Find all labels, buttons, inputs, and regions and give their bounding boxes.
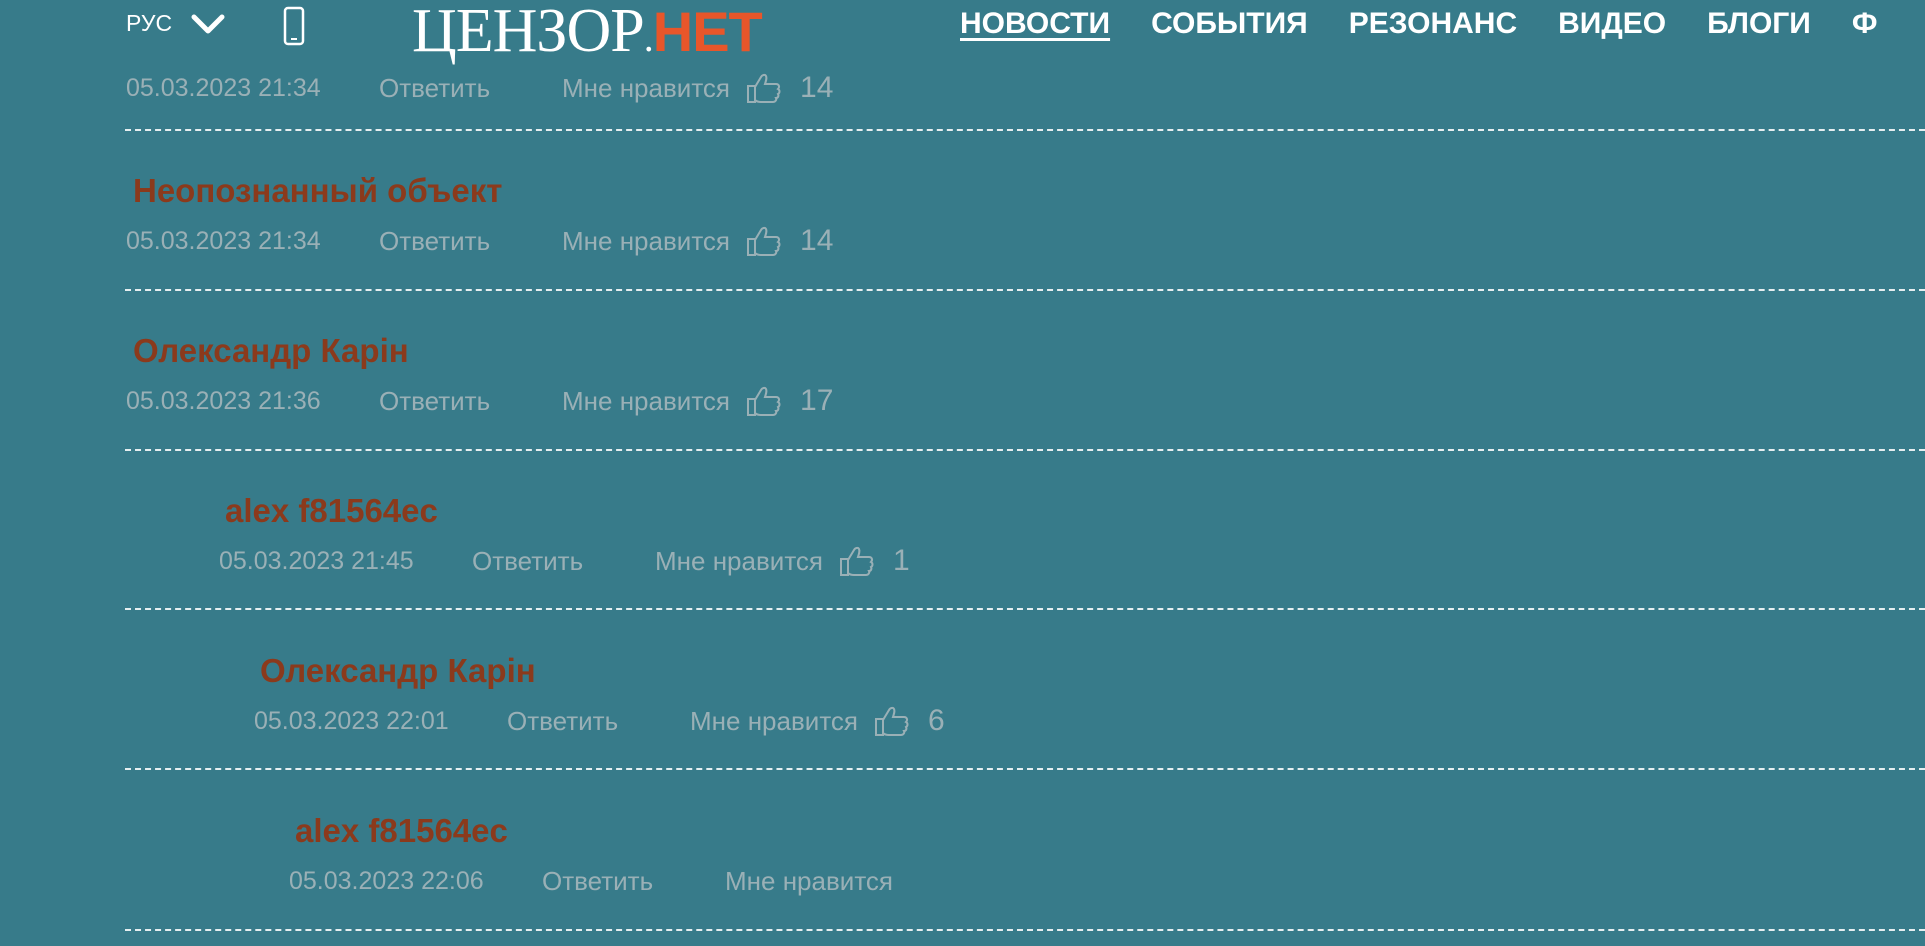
- site-header: РУС ЦЕНЗОР . НЕТ НОВОСТИ СОБЫТИЯ РЕЗОНАН…: [0, 0, 1925, 65]
- like-count: 14: [800, 71, 834, 104]
- comment-meta: 05.03.2023 22:01 Ответить Мне нравится 6: [254, 703, 945, 739]
- like-count: 17: [800, 384, 834, 417]
- language-label: РУС: [126, 10, 173, 36]
- like-count: 14: [800, 224, 834, 257]
- reply-link[interactable]: Ответить: [379, 226, 562, 257]
- comment-date: 05.03.2023 21:36: [126, 386, 321, 415]
- comment-divider: [125, 449, 1925, 451]
- main-nav: НОВОСТИ СОБЫТИЯ РЕЗОНАНС ВИДЕО БЛОГИ Ф: [960, 6, 1918, 42]
- like-link[interactable]: Мне нравится: [562, 386, 730, 417]
- site-logo[interactable]: ЦЕНЗОР . НЕТ: [412, 0, 763, 65]
- thumbs-up-icon[interactable]: [744, 384, 782, 418]
- nav-item-resonance[interactable]: РЕЗОНАНС: [1349, 6, 1517, 42]
- comment-divider: [125, 289, 1925, 291]
- reply-link[interactable]: Ответить: [379, 73, 562, 104]
- comment-author[interactable]: alex f81564ec: [295, 811, 508, 851]
- comment-meta: 05.03.2023 21:36 Ответить Мне нравится 1…: [126, 383, 833, 419]
- logo-dot: .: [643, 15, 654, 60]
- like-link[interactable]: Мне нравится: [562, 226, 730, 257]
- comment-date: 05.03.2023 21:34: [126, 73, 321, 102]
- comment-meta: 05.03.2023 21:45 Ответить Мне нравится 1: [219, 543, 910, 579]
- comment-date: 05.03.2023 21:45: [219, 546, 414, 575]
- comment-author[interactable]: Олександр Карін: [260, 651, 536, 691]
- comment-date: 05.03.2023 21:34: [126, 226, 321, 255]
- comment-author[interactable]: Неопознанный объект: [133, 171, 502, 211]
- chevron-down-icon[interactable]: [190, 11, 226, 37]
- nav-item-blogs[interactable]: БЛОГИ: [1707, 6, 1811, 42]
- mobile-phone-icon[interactable]: [283, 6, 305, 46]
- nav-item-video[interactable]: ВИДЕО: [1558, 6, 1666, 42]
- thumbs-up-icon[interactable]: [837, 544, 875, 578]
- nav-item-more[interactable]: Ф: [1852, 6, 1878, 42]
- like-link[interactable]: Мне нравится: [690, 706, 858, 737]
- comment-date: 05.03.2023 22:06: [289, 866, 484, 895]
- thumbs-up-icon[interactable]: [872, 704, 910, 738]
- reply-link[interactable]: Ответить: [472, 546, 655, 577]
- comment-item: alex f81564ec 05.03.2023 22:06 Ответить …: [0, 811, 1925, 946]
- comment-author[interactable]: alex f81564ec: [225, 491, 438, 531]
- comment-divider: [125, 608, 1925, 610]
- reply-link[interactable]: Ответить: [379, 386, 562, 417]
- comment-meta: 05.03.2023 21:34 Ответить Мне нравится 1…: [126, 223, 833, 259]
- reply-link[interactable]: Ответить: [542, 866, 725, 897]
- comment-item: alex f81564ec 05.03.2023 21:45 Ответить …: [0, 491, 1925, 651]
- page: 05.03.2023 21:34 Ответить Мне нравится 1…: [0, 0, 1925, 946]
- comment-meta: 05.03.2023 22:06 Ответить Мне нравится: [289, 863, 907, 899]
- comment-divider: [125, 929, 1925, 931]
- comment-divider: [125, 129, 1925, 131]
- thumbs-up-icon[interactable]: [744, 224, 782, 258]
- comment-item: Олександр Карін 05.03.2023 22:01 Ответит…: [0, 651, 1925, 811]
- comment-meta: 05.03.2023 21:34 Ответить Мне нравится 1…: [126, 70, 833, 106]
- thumbs-up-icon[interactable]: [744, 71, 782, 105]
- comment-item: Неопознанный объект 05.03.2023 21:34 Отв…: [0, 171, 1925, 331]
- like-count: 1: [893, 544, 910, 577]
- logo-part-2: НЕТ: [652, 0, 763, 63]
- like-link[interactable]: Мне нравится: [725, 866, 893, 897]
- like-link[interactable]: Мне нравится: [655, 546, 823, 577]
- comment-date: 05.03.2023 22:01: [254, 706, 449, 735]
- like-link[interactable]: Мне нравится: [562, 73, 730, 104]
- nav-item-events[interactable]: СОБЫТИЯ: [1151, 6, 1308, 42]
- like-count: 6: [928, 704, 945, 737]
- nav-item-news[interactable]: НОВОСТИ: [960, 6, 1110, 42]
- comment-author[interactable]: Олександр Карін: [133, 331, 409, 371]
- reply-link[interactable]: Ответить: [507, 706, 690, 737]
- comment-item: Олександр Карін 05.03.2023 21:36 Ответит…: [0, 331, 1925, 491]
- language-selector[interactable]: РУС: [126, 10, 226, 37]
- comment-divider: [125, 768, 1925, 770]
- logo-part-1: ЦЕНЗОР: [412, 0, 645, 65]
